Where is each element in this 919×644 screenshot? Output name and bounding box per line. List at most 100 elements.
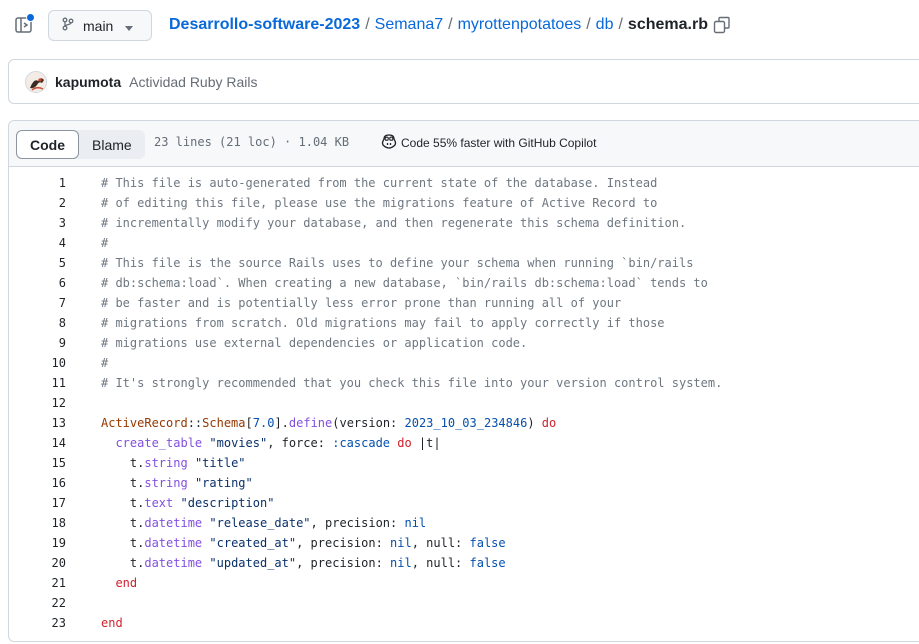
code-line: 2 # of editing this file, please use the … — [9, 193, 919, 213]
breadcrumb-separator: / — [586, 16, 591, 33]
line-number[interactable]: 13 — [9, 413, 66, 433]
code-token: string — [144, 476, 188, 490]
code-text: create_table "movies", force: :cascade d… — [101, 433, 441, 453]
breadcrumb-link-semana7[interactable]: Semana7 — [375, 14, 444, 36]
code-line: 11 # It's strongly recommended that you c… — [9, 373, 919, 393]
notification-dot — [26, 13, 35, 22]
code-token: :: — [187, 416, 203, 430]
code-token: datetime — [144, 516, 203, 530]
code-token: # migrations from scratch. Old migration… — [101, 316, 665, 330]
tab-code[interactable]: Code — [16, 130, 79, 159]
code-text: t.text "description" — [101, 493, 275, 513]
line-number[interactable]: 19 — [9, 533, 66, 553]
breadcrumb-link-myrottenpotatoes[interactable]: myrottenpotatoes — [458, 14, 582, 36]
breadcrumb-separator: / — [448, 16, 453, 33]
code-token: # incrementally modify your database, an… — [101, 216, 687, 230]
line-number[interactable]: 12 — [9, 393, 66, 413]
code-line: 15 t.string "title" — [9, 453, 919, 473]
code-text: # This file is auto-generated from the c… — [101, 173, 657, 193]
code-listing[interactable]: 1 # This file is auto-generated from the … — [9, 167, 919, 633]
code-token: "created_at" — [209, 536, 297, 550]
copilot-promo[interactable]: Code 55% faster with GitHub Copilot — [381, 134, 596, 152]
code-token: "title" — [194, 456, 246, 470]
line-number[interactable]: 1 — [9, 173, 66, 193]
breadcrumb-separator: / — [618, 16, 623, 33]
code-token: # of editing this file, please use the m… — [101, 196, 658, 210]
code-token: nil — [390, 556, 412, 570]
line-number[interactable]: 16 — [9, 473, 66, 493]
latest-commit-box: kapumota Actividad Ruby Rails — [8, 59, 919, 104]
line-number[interactable]: 17 — [9, 493, 66, 513]
line-number[interactable]: 14 — [9, 433, 66, 453]
code-line: 8 # migrations from scratch. Old migratio… — [9, 313, 919, 333]
copilot-icon — [381, 134, 401, 152]
code-token: string — [144, 456, 188, 470]
git-branch-icon — [62, 17, 74, 34]
avatar[interactable] — [25, 70, 47, 93]
code-token: t. — [101, 476, 145, 490]
code-token: , null: — [411, 536, 470, 550]
commit-message-link[interactable]: Actividad Ruby Rails — [129, 74, 257, 90]
code-token: "description" — [180, 496, 275, 510]
line-number[interactable]: 21 — [9, 573, 66, 593]
line-number[interactable]: 8 — [9, 313, 66, 333]
code-line: 17 t.text "description" — [9, 493, 919, 513]
line-number[interactable]: 22 — [9, 593, 66, 613]
code-line: 5 # This file is the source Rails uses to… — [9, 253, 919, 273]
breadcrumb-file-name: schema.rb — [627, 16, 708, 33]
line-number[interactable]: 15 — [9, 453, 66, 473]
commit-author-link[interactable]: kapumota — [55, 74, 121, 90]
code-token: 2023_10_03_234846 — [404, 416, 528, 430]
code-token: |t| — [411, 436, 441, 450]
code-text: # — [101, 353, 108, 373]
code-token: , null: — [411, 556, 470, 570]
branch-name: main — [83, 17, 114, 34]
line-number[interactable]: 4 — [9, 233, 66, 253]
code-token: create_table — [115, 436, 203, 450]
code-token: "updated_at" — [209, 556, 297, 570]
line-number[interactable]: 9 — [9, 333, 66, 353]
breadcrumb-repo-link[interactable]: Desarrollo-software-2023 — [169, 14, 360, 36]
code-token: nil — [390, 536, 412, 550]
code-line: 18 t.datetime "release_date", precision:… — [9, 513, 919, 533]
copy-path-icon[interactable] — [713, 16, 731, 34]
code-token: datetime — [144, 556, 203, 570]
breadcrumb-link-db[interactable]: db — [596, 14, 614, 36]
code-line: 1 # This file is auto-generated from the … — [9, 173, 919, 193]
code-token: ) — [527, 416, 542, 430]
line-number[interactable]: 3 — [9, 213, 66, 233]
line-number[interactable]: 11 — [9, 373, 66, 393]
code-line: 16 t.string "rating" — [9, 473, 919, 493]
code-line: 10 # — [9, 353, 919, 373]
code-text: # incrementally modify your database, an… — [101, 213, 686, 233]
code-token: false — [469, 556, 506, 570]
code-line: 22 — [9, 593, 919, 613]
code-token: # — [101, 356, 109, 370]
line-number[interactable]: 5 — [9, 253, 66, 273]
code-token: t. — [101, 456, 145, 470]
code-token: (version: — [332, 416, 405, 430]
file-viewer: Code Blame 23 lines (21 loc) · 1.04 KB C… — [8, 120, 919, 642]
code-text: end — [101, 613, 123, 633]
line-number[interactable]: 7 — [9, 293, 66, 313]
code-line: 12 — [9, 393, 919, 413]
line-number[interactable]: 23 — [9, 613, 66, 633]
code-token: ]. — [274, 416, 289, 430]
code-text: ActiveRecord::Schema[7.0].define(version… — [101, 413, 556, 433]
breadcrumb: Desarrollo-software-2023 / Semana7 / myr… — [169, 14, 708, 36]
tab-blame[interactable]: Blame — [79, 130, 145, 159]
branch-selector-button[interactable]: main — [48, 10, 152, 41]
code-token: , precision: — [296, 536, 391, 550]
code-line: 14 create_table "movies", force: :cascad… — [9, 433, 919, 453]
line-number[interactable]: 10 — [9, 353, 66, 373]
code-token: # db:schema:load`. When creating a new d… — [101, 276, 708, 290]
code-token: do — [397, 436, 412, 450]
line-number[interactable]: 6 — [9, 273, 66, 293]
line-number[interactable]: 2 — [9, 193, 66, 213]
line-number[interactable]: 18 — [9, 513, 66, 533]
line-number[interactable]: 20 — [9, 553, 66, 573]
code-token: false — [469, 536, 506, 550]
